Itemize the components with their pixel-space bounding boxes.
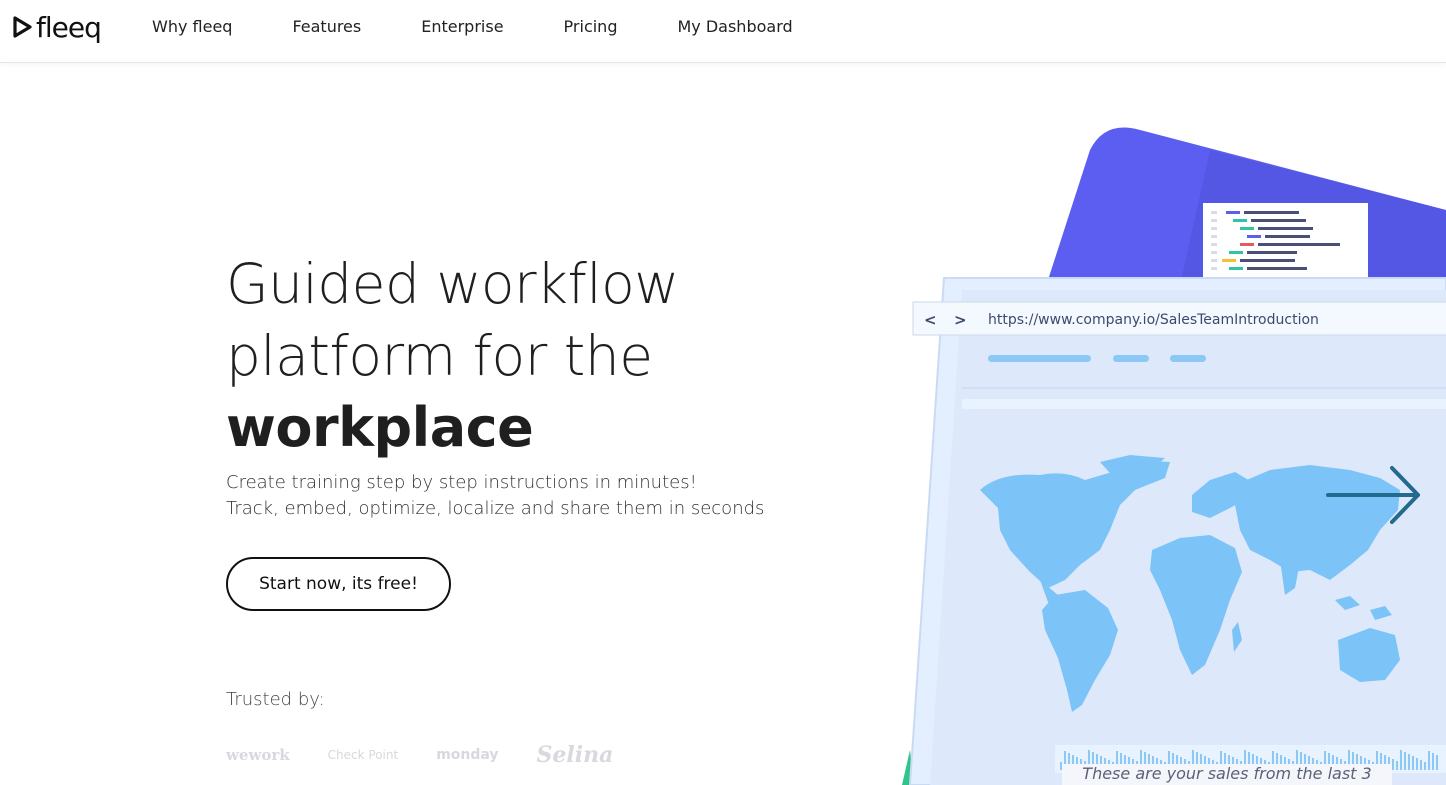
nav-pricing[interactable]: Pricing: [564, 16, 618, 38]
play-icon: [13, 16, 32, 38]
selina-logo: Selina: [536, 742, 614, 768]
nav-links: Why fleeq Features Enterprise Pricing My…: [152, 16, 853, 38]
nav-my-dashboard[interactable]: My Dashboard: [677, 16, 792, 38]
brand-name: fleeq: [36, 10, 102, 44]
trusted-by-label: Trusted by:: [226, 689, 325, 710]
sales-tick: [1412, 756, 1414, 770]
placeholder-line: [988, 355, 1091, 362]
nav-features[interactable]: Features: [292, 16, 361, 38]
sales-tick: [1420, 760, 1422, 770]
trusted-logos: wework Check Point monday Selina: [226, 742, 651, 768]
nav-why-fleeq[interactable]: Why fleeq: [152, 16, 232, 38]
monday-logo: monday: [436, 747, 499, 763]
sales-tick: [1396, 761, 1398, 770]
sales-tick: [1416, 758, 1418, 770]
sales-tick: [1432, 753, 1434, 770]
sales-tick: [1392, 759, 1394, 770]
top-navigation: fleeq Why fleeq Features Enterprise Pric…: [0, 0, 1446, 63]
url-bar: < > https://www.company.io/SalesTeamIntr…: [912, 301, 1446, 336]
url-text: https://www.company.io/SalesTeamIntroduc…: [988, 312, 1319, 328]
hero-subtitle-line-1: Create training step by step instruction…: [226, 472, 697, 493]
hero-subtitle: Create training step by step instruction…: [226, 470, 826, 522]
hero-title-line-2: platform for the: [226, 324, 653, 388]
code-snippet-card: [1203, 203, 1368, 283]
hero-title-line-3: workplace: [226, 396, 534, 459]
nav-enterprise[interactable]: Enterprise: [421, 16, 503, 38]
illustration-graphic: < > https://www.company.io/SalesTeamIntr…: [902, 127, 1446, 785]
hero-illustration: < > https://www.company.io/SalesTeamIntr…: [880, 110, 1446, 785]
checkpoint-logo: Check Point: [327, 748, 399, 762]
sales-tick: [1408, 754, 1410, 770]
sales-tick: [1428, 751, 1430, 770]
back-icon: <: [924, 311, 937, 329]
sales-caption: These are your sales from the last 3 day…: [1062, 764, 1392, 785]
placeholder-line: [1170, 355, 1206, 362]
sales-tick: [1436, 755, 1438, 770]
brand-logo[interactable]: fleeq: [12, 8, 102, 46]
forward-icon: >: [954, 311, 967, 329]
sales-tick: [1400, 750, 1402, 770]
hero-title: Guided workflow platform for the workpla…: [226, 248, 786, 464]
sales-tick: [1424, 762, 1426, 770]
sales-tick: [1404, 752, 1406, 770]
placeholder-line: [1113, 355, 1149, 362]
hero-title-line-1: Guided workflow: [226, 252, 679, 316]
hero-subtitle-line-2: Track, embed, optimize, localize and sha…: [226, 498, 765, 519]
wework-logo: wework: [226, 746, 290, 764]
start-now-button[interactable]: Start now, its free!: [226, 557, 451, 611]
